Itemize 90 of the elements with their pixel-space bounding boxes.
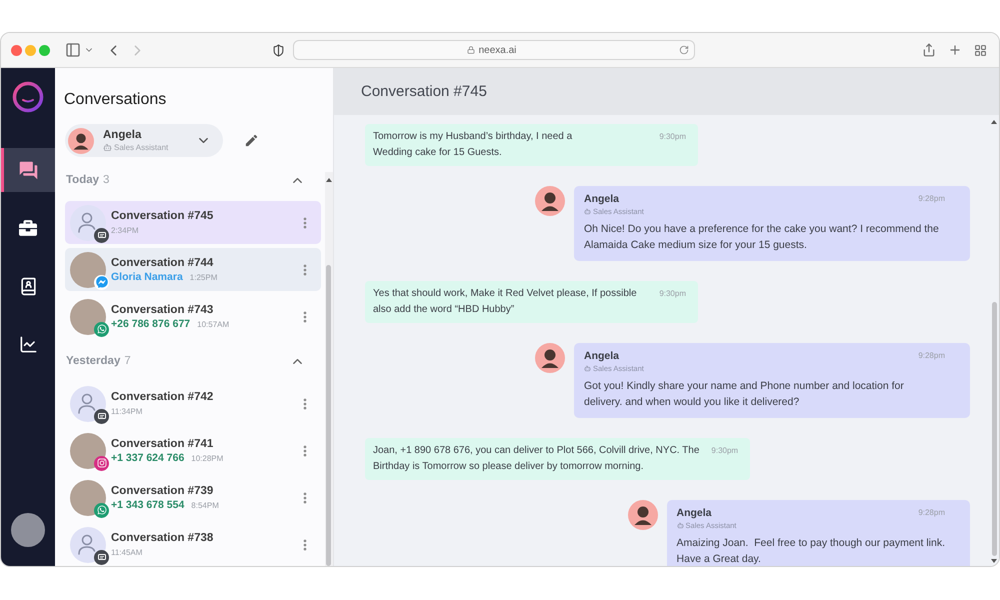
conversation-title: Conversation #741 [111, 436, 214, 450]
scrollbar-thumb[interactable] [326, 265, 331, 566]
conversation-title: Conversation #738 [111, 530, 214, 544]
group-label: Today [66, 174, 100, 186]
conversation-time: 10:57AM [197, 318, 230, 330]
url-field[interactable]: neexa.ai [293, 40, 695, 60]
user-avatar-icon [70, 386, 106, 422]
camera-badge-icon [94, 456, 109, 470]
conversation-item[interactable]: Conversation #744 Gloria Namara 1:25PM [65, 248, 321, 291]
scroll-up-icon[interactable] [991, 120, 997, 124]
window-close-icon[interactable] [11, 44, 22, 56]
scrollbar-track[interactable] [324, 172, 332, 566]
share-icon[interactable] [922, 43, 936, 57]
contact-avatar [70, 480, 106, 516]
conversation-item[interactable]: Conversation #743 +26 786 876 677 10:57AM [65, 295, 321, 338]
contact-name: +1 337 624 766 [111, 452, 184, 464]
robot-icon [584, 365, 591, 372]
message-time: 9:28pm [918, 507, 945, 519]
message-text: Got you! Kindly share your name and Phone number and location for delivery. and when would you like it delivered? [584, 379, 905, 410]
agent-avatar-icon [68, 128, 94, 154]
contact-book-icon [18, 276, 38, 296]
message-text: Oh Nice! Do you have a preference for the cake you want? I recommend the Alamaida Cake medium size for your 15 guests. [584, 222, 940, 253]
conversation-item[interactable]: Conversation #742 11:34PM [65, 382, 321, 425]
scroll-down-icon[interactable] [991, 559, 997, 563]
contact-name: +26 786 876 677 [111, 318, 190, 330]
scroll-up-icon[interactable] [326, 178, 332, 182]
agent-name: Angela [103, 128, 142, 142]
reload-icon[interactable] [679, 45, 689, 55]
phone-bubble-badge-icon [94, 322, 109, 336]
plus-icon[interactable] [948, 43, 962, 57]
conversation-item[interactable]: Conversation #739 +1 343 678 554 8:54PM [65, 476, 321, 519]
agent-selector[interactable]: Angela Sales Assistant [65, 124, 223, 157]
conversation-item[interactable]: Conversation #741 +1 337 624 766 10:28PM [65, 429, 321, 472]
agent-role: Sales Assistant [114, 142, 168, 152]
conversation-title: Conversation #745 [111, 208, 214, 222]
agent-avatar-icon [628, 500, 658, 530]
agent-avatar-icon [535, 186, 565, 216]
robot-icon [584, 208, 591, 215]
conversation-title: Conversation #742 [111, 390, 214, 404]
conversation-time: 1:25PM [190, 272, 218, 284]
shield-icon[interactable] [272, 44, 285, 56]
agent-avatar-icon [535, 343, 565, 373]
panel-title: Conversations [64, 91, 168, 109]
message-time: 9:30pm [658, 288, 686, 300]
group-count: 7 [124, 355, 131, 367]
conversation-item[interactable]: Conversation #745 2:34PM [65, 201, 321, 244]
message-time: 9:30pm [658, 131, 686, 143]
conversation-time: 10:28PM [191, 452, 224, 464]
conversation-item[interactable]: Conversation #738 11:45AM [65, 523, 321, 566]
message-time: 9:30pm [710, 445, 738, 457]
user-avatar-icon [70, 526, 106, 562]
robot-icon [676, 522, 684, 529]
scrollbar-thumb[interactable] [992, 302, 996, 556]
logo-icon [12, 81, 44, 113]
contact-avatar [70, 298, 106, 334]
contact-name: +1 343 678 554 [111, 498, 184, 512]
conversation-title: Conversation #744 [111, 256, 214, 270]
contact-avatar [70, 252, 106, 288]
speech-bubble-badge-icon [94, 274, 109, 290]
conversation-time: 11:34PM [111, 406, 142, 418]
conversation-time: 11:45AM [111, 546, 142, 558]
robot-icon [103, 143, 112, 152]
conversation-title: Conversation #743 [111, 302, 214, 316]
chat-bubbles-icon [18, 160, 38, 180]
phone-bubble-badge-icon [94, 502, 109, 518]
pencil-icon[interactable] [244, 133, 259, 148]
sender-name: Angela [584, 350, 620, 363]
message-text: Joan, +1 890 678 676, you can deliver to Plot 566, Colvill drive, NYC. The Birthday is Tomorrow so please deliver by tomorrow morning. [373, 444, 700, 474]
sidebar-icon[interactable] [65, 42, 81, 58]
contact-avatar [70, 432, 106, 468]
contact-name: Gloria Namara [111, 270, 183, 284]
user-avatar[interactable] [11, 513, 45, 547]
message-text: Amaizing Joan. Feel free to pay though our payment link. Have a Great day. [676, 536, 945, 566]
line-chart-icon [18, 334, 38, 354]
message-time: 9:28pm [918, 193, 945, 205]
conversation-title: Conversation #739 [111, 484, 214, 498]
briefcase-icon [19, 219, 37, 237]
sender-name: Angela [676, 507, 713, 520]
chat-title: Conversation #745 [361, 83, 487, 100]
user-avatar-icon [70, 204, 106, 240]
message-time: 9:28pm [918, 350, 945, 362]
group-label: Yesterday [66, 355, 120, 367]
conversation-time: 2:34PM [111, 224, 139, 236]
grid-icon[interactable] [974, 44, 987, 56]
conversation-time: 8:54PM [191, 500, 219, 512]
message-text: Yes that should work, Make it Red Velvet please, If possible also add the word “HBD Hubby” [373, 287, 637, 317]
message-text: Tomorrow is my Husband’s birthday, I need a Wedding cake for 15 Guests. [373, 130, 572, 160]
group-count: 3 [103, 174, 110, 186]
sender-name: Angela [584, 193, 620, 206]
lock-icon [466, 46, 475, 54]
